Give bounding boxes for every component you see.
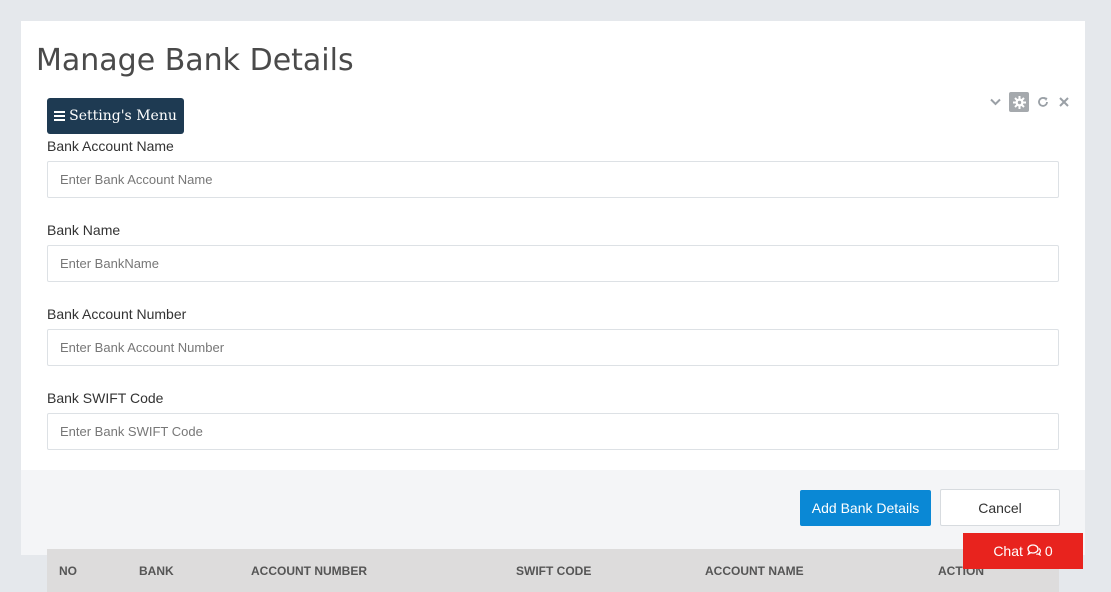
close-icon[interactable] [1057,95,1071,109]
column-header-no[interactable]: NO [59,564,77,578]
refresh-icon[interactable] [1036,95,1050,109]
page-title: Manage Bank Details [36,43,354,78]
form-footer: Add Bank Details Cancel [21,470,1085,555]
bank-swift-code-input[interactable] [47,413,1059,450]
settings-menu-label: Setting's Menu [69,108,177,124]
column-header-swift-code[interactable]: SWIFT CODE [516,564,591,578]
column-header-account-name[interactable]: ACCOUNT NAME [705,564,804,578]
bank-name-label: Bank Name [47,222,121,238]
settings-menu-button[interactable]: Setting's Menu [47,98,184,134]
bank-account-number-label: Bank Account Number [47,306,187,322]
comments-icon [1027,543,1041,559]
chat-count: 0 [1044,543,1053,559]
chevron-down-icon[interactable] [988,95,1002,109]
gear-icon[interactable] [1009,92,1029,112]
chat-button[interactable]: Chat 0 [963,533,1083,569]
bank-account-number-input[interactable] [47,329,1059,366]
table-header-row: NO BANK ACCOUNT NUMBER SWIFT CODE ACCOUN… [47,549,1059,592]
bank-swift-code-label: Bank SWIFT Code [47,390,164,406]
form-panel: Manage Bank Details Setting's Menu Bank … [21,21,1085,470]
bank-account-name-input[interactable] [47,161,1059,198]
panel-tools [988,92,1071,112]
bank-name-input[interactable] [47,245,1059,282]
bank-account-name-label: Bank Account Name [47,138,174,154]
column-header-bank[interactable]: BANK [139,564,174,578]
cancel-button[interactable]: Cancel [940,489,1060,526]
add-bank-details-button[interactable]: Add Bank Details [800,490,931,526]
hamburger-icon [54,111,66,121]
column-header-account-number[interactable]: ACCOUNT NUMBER [251,564,367,578]
chat-label: Chat [993,543,1023,559]
